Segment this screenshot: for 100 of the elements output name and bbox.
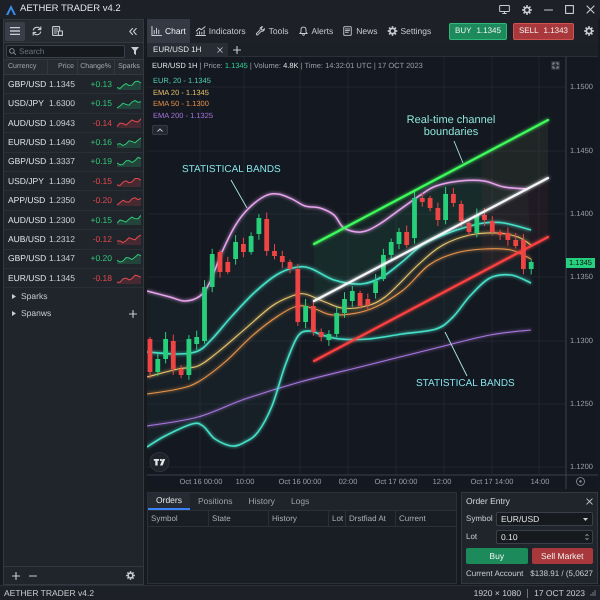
menu-tab[interactable]: Settings (382, 19, 436, 43)
panel-tab[interactable]: Logs (282, 493, 318, 510)
window-title: AETHER TRADER v4.2 (20, 2, 121, 16)
currency-cell[interactable]: GBP/USD (4, 155, 48, 168)
menu-tab[interactable]: Indicators (190, 19, 250, 43)
menu-tab[interactable]: News (338, 19, 382, 43)
close-icon[interactable] (586, 5, 595, 14)
column-header[interactable]: Symbol (148, 511, 209, 526)
price-cell-text: 1.1345 (48, 78, 76, 91)
minimize-icon[interactable] (544, 8, 553, 10)
account-label: Current Account (466, 568, 524, 580)
candlestick (342, 292, 347, 318)
candlestick (202, 280, 207, 344)
candlestick (272, 244, 277, 260)
candlestick (218, 249, 222, 278)
lot-field[interactable]: 0.10 (496, 530, 593, 544)
menu-icon[interactable] (5, 22, 25, 40)
candlestick (264, 212, 270, 256)
candlestick (210, 248, 215, 293)
close-icon[interactable] (217, 46, 223, 52)
double-chevron-icon[interactable] (129, 28, 137, 34)
tree-item[interactable]: Spanws (12, 307, 52, 320)
candlestick (241, 237, 246, 258)
candlestick (178, 364, 184, 379)
field-label: Lot (466, 531, 478, 543)
candlestick (163, 332, 168, 364)
sell-button[interactable]: SELL 1.1343 (512, 22, 574, 40)
change-cell-text: -0.14 (92, 116, 113, 130)
add-icon[interactable] (129, 310, 137, 318)
settings-icon[interactable] (584, 26, 594, 36)
refresh-icon[interactable] (32, 26, 42, 36)
buy-button[interactable]: Buy (466, 548, 528, 564)
change-cell-text: +0.15 (89, 214, 113, 226)
maximize-icon[interactable] (565, 5, 574, 14)
buy-button[interactable]: BUY 1.1345 (449, 22, 507, 40)
price-cell-text: 1.2312 (48, 232, 76, 246)
panel-tab[interactable]: History (240, 493, 283, 510)
panel-tab[interactable]: Orders (148, 493, 190, 510)
expand-icon[interactable] (551, 61, 560, 70)
candlestick (311, 299, 316, 336)
currency-cell[interactable]: USD/JPY (4, 174, 48, 188)
leader-line (444, 332, 468, 376)
currency-cell[interactable]: AUB/USD (4, 232, 48, 246)
currency-cell[interactable]: USD/JPY (4, 97, 48, 110)
candlestick (521, 233, 526, 275)
screen-resolution: 1920 × 1080 (474, 586, 522, 600)
candlestick (404, 225, 410, 248)
menu-tab[interactable]: Alerts (294, 19, 338, 43)
settings-icon[interactable] (126, 571, 135, 580)
column-header[interactable]: State (209, 511, 269, 526)
candlestick (528, 258, 534, 275)
resize-grip-icon[interactable] (590, 590, 596, 596)
symbol-tab[interactable]: EUR/USD 1H (147, 43, 228, 56)
document-icon[interactable] (52, 26, 63, 36)
change-cell-text: +0.20 (89, 252, 113, 266)
price-cell-text: 1.2300 (48, 214, 76, 226)
currency-cell[interactable]: AUD/USD (4, 214, 48, 226)
monitor-icon[interactable] (499, 5, 510, 14)
search-field[interactable]: Search (6, 44, 125, 58)
account-value: $138.91 / (5,0627 (530, 568, 593, 580)
filter-icon[interactable] (131, 47, 139, 55)
menu-tab[interactable]: Tools (250, 19, 292, 43)
spinner-icon[interactable] (585, 533, 589, 541)
column-header[interactable]: History (269, 511, 329, 526)
column-header[interactable]: Drstfiad At (346, 511, 396, 526)
candlestick (318, 328, 324, 342)
leader-line (454, 140, 464, 164)
panel-title: Order Entry (466, 495, 510, 508)
currency-cell[interactable]: GBP/USD (4, 252, 48, 266)
sell-button[interactable]: Sell Market (532, 548, 593, 564)
currency-cell[interactable]: AUD/USD (4, 116, 48, 130)
plus-icon[interactable] (233, 46, 241, 54)
candlestick (466, 218, 472, 236)
candlestick (280, 250, 285, 268)
candlestick (148, 336, 152, 378)
candlestick (334, 306, 340, 338)
price-cell-text: 1.1490 (48, 136, 76, 149)
chevron-up-icon[interactable] (152, 125, 168, 135)
app-logo-icon (6, 4, 16, 14)
close-icon[interactable] (586, 498, 593, 505)
target-icon[interactable] (576, 477, 585, 486)
candlestick (428, 195, 432, 212)
candlestick (233, 234, 238, 266)
currency-cell[interactable]: APP/USD (4, 194, 48, 207)
tree-item[interactable]: Sparks (12, 290, 48, 304)
candlestick (420, 192, 425, 208)
change-cell-text: +0.19 (89, 155, 113, 168)
add-icon[interactable] (12, 572, 20, 580)
symbol-select[interactable]: EUR/USD (496, 512, 593, 526)
change-cell-text: -0.20 (92, 194, 113, 207)
change-cell-text: +0.16 (89, 136, 113, 149)
currency-cell[interactable]: EUR/USD (4, 136, 48, 149)
column-header[interactable]: Current (396, 511, 456, 526)
panel-tab[interactable]: Positions (190, 493, 240, 510)
currency-cell[interactable]: GBP/USD (4, 78, 48, 91)
settings-icon[interactable] (522, 4, 532, 14)
candlestick (436, 202, 440, 226)
column-header[interactable]: Lot (329, 511, 346, 526)
menu-tab[interactable]: Chart (147, 19, 190, 43)
currency-cell[interactable]: EUR/USD (4, 272, 48, 284)
